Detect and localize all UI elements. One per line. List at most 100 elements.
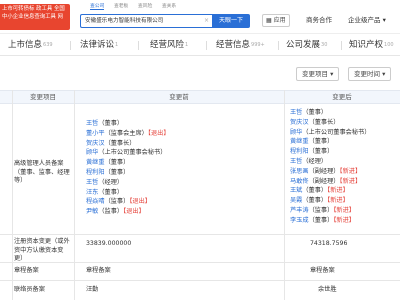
person-role: （董事） (302, 109, 328, 116)
nav-divider (341, 41, 342, 50)
list-item: 马敢佟（副经理）【新进】 (290, 177, 370, 187)
table-row-item: 高级管理人员备案（董事、监事、经理等） (14, 160, 70, 185)
new-badge: 【新进】 (339, 177, 362, 185)
list-item: 黄继重（董事） (290, 137, 370, 147)
change-item-filter-label: 变更项目 (302, 70, 328, 78)
person-name-link[interactable]: 马敢佟 (290, 178, 309, 185)
person-name-link[interactable]: 王斌 (290, 187, 302, 194)
person-name-link[interactable]: 王哲 (86, 179, 98, 186)
search-tab-boss[interactable]: 查老板 (114, 2, 128, 9)
person-role: （董事长） (308, 118, 340, 126)
app-button[interactable]: ▦ 应用 (262, 14, 290, 27)
person-name-link[interactable]: 黄继重 (290, 138, 309, 145)
person-name-link[interactable]: 贺庆汉 (290, 119, 309, 126)
list-item: 贺庆汉（董事长） (86, 139, 170, 149)
person-role: （经理） (98, 178, 124, 186)
person-role: （董事） (98, 188, 124, 196)
change-item-filter[interactable]: 变更项目 ▾ (296, 67, 340, 81)
list-item: 王哲（董事） (290, 108, 370, 118)
person-role: （董事） (308, 216, 334, 224)
before-people-list: 王哲（董事） 董小平（监事会主席）【退出】 贺庆汉（董事长） 顾华（上市公司董事… (86, 119, 170, 217)
nav-litigation[interactable]: 法律诉讼1 (80, 34, 118, 56)
nav-count: 999+ (251, 42, 265, 48)
search-input[interactable]: 安徽盛乐电力智能科技有限公司 (80, 14, 212, 28)
chevron-down-icon: ▾ (330, 70, 334, 78)
nav-operating-risk[interactable]: 经营风险1 (150, 34, 188, 56)
person-role: （董事长） (104, 139, 136, 147)
nav-count: 1 (115, 42, 119, 48)
nav-label: 经营风险 (150, 40, 185, 50)
new-badge: 【新进】 (327, 197, 349, 205)
new-badge: 【新进】 (339, 167, 362, 175)
business-link[interactable]: 商务合作 (306, 14, 332, 27)
search-tab-risk[interactable]: 查风险 (138, 2, 152, 9)
search-tab-relation[interactable]: 查关系 (162, 2, 176, 9)
nav-label: 公司发展 (286, 40, 321, 50)
table-row-item: 注册资本变更（或外资中方认缴资本变更） (14, 238, 70, 263)
list-item: 董小平（监事会主席）【退出】 (86, 129, 170, 139)
list-item: 黄继重（董事） (86, 158, 170, 168)
nav-intellectual-property[interactable]: 知识产权100 (349, 34, 394, 56)
person-name-link[interactable]: 王哲 (290, 158, 302, 165)
exit-badge: 【退出】 (129, 198, 151, 206)
person-role: （监事） (104, 198, 130, 206)
column-header-before: 变更前 (169, 93, 189, 101)
person-name-link[interactable]: 汪东 (86, 189, 98, 196)
exit-badge: 【退出】 (123, 208, 145, 216)
column-header-after: 变更后 (332, 93, 352, 101)
table-border (74, 90, 75, 300)
person-name-link[interactable]: 董小平 (86, 130, 105, 137)
nav-label: 法律诉讼 (80, 40, 115, 50)
list-item: 贺庆汉（董事长） (290, 118, 370, 128)
nav-divider (138, 41, 139, 50)
person-role: （董事） (308, 148, 334, 156)
list-item: 王哲（经理） (86, 178, 170, 188)
person-name-link[interactable]: 李玉成 (290, 217, 309, 224)
person-role: （董事） (308, 138, 334, 146)
nav-operating-info[interactable]: 经营信息999+ (216, 34, 265, 56)
person-name-link[interactable]: 尹敏 (86, 208, 98, 215)
person-role: （董事） (302, 197, 328, 205)
chevron-down-icon: ▾ (382, 16, 386, 24)
nav-company-development[interactable]: 公司发展30 (286, 34, 327, 56)
change-time-filter[interactable]: 变更时间 ▾ (348, 67, 392, 81)
search-tab-company[interactable]: 查公司 (90, 2, 105, 10)
person-name-link[interactable]: 程利阳 (290, 148, 309, 155)
list-item: 顾华（上市公司董事会秘书） (86, 148, 170, 158)
person-role: （董事） (98, 120, 124, 127)
table-header: 变更项目 变更前 变更后 (0, 90, 400, 104)
person-name-link[interactable]: 吴霞 (290, 197, 302, 204)
person-name-link[interactable]: 程焱晴 (86, 198, 105, 205)
person-role: （董事） (104, 168, 130, 176)
person-role: （监事） (98, 208, 124, 216)
change-time-filter-label: 变更时间 (354, 70, 380, 78)
table-border (284, 90, 285, 300)
list-item: 程焱晴（监事）【退出】 (86, 197, 170, 207)
person-name-link[interactable]: 王哲 (86, 120, 98, 127)
person-role: （副经理） (308, 167, 340, 175)
person-name-link[interactable]: 顾华 (290, 129, 302, 136)
nav-count: 639 (43, 42, 53, 48)
table-border (12, 90, 13, 300)
site-logo[interactable]: 上市可转债标 政工具 全国中小企业信息查询工具 网 (0, 4, 70, 30)
search-button[interactable]: 天眼一下 (212, 14, 250, 28)
clear-icon[interactable]: × (204, 15, 209, 27)
charter-before: 章程备案 (86, 267, 111, 274)
person-name-link[interactable]: 张思画 (290, 168, 309, 175)
person-name-link[interactable]: 芦丰涛 (290, 207, 309, 214)
nav-label: 上市信息 (8, 40, 43, 50)
liaison-after: 余世胜 (318, 286, 337, 293)
nav-listing-info[interactable]: 上市信息639 (8, 34, 53, 56)
person-name-link[interactable]: 程利阳 (86, 169, 105, 176)
list-item: 芦丰涛（监事）【新进】 (290, 206, 370, 216)
table-row-item: 章程备案 (14, 267, 39, 274)
after-people-list: 王哲（董事） 贺庆汉（董事长） 顾华（上市公司董事会秘书） 黄继重（董事） 程利… (290, 108, 370, 226)
list-item: 王哲（董事） (86, 119, 170, 129)
liaison-before: 汪勤 (86, 286, 99, 293)
person-name-link[interactable]: 顾华 (86, 149, 98, 156)
enterprise-product-menu[interactable]: 企业级产品 ▾ (348, 14, 386, 27)
person-name-link[interactable]: 黄继重 (86, 159, 105, 166)
person-name-link[interactable]: 贺庆汉 (86, 140, 105, 147)
app-label: 应用 (273, 17, 286, 24)
person-name-link[interactable]: 王哲 (290, 109, 302, 116)
